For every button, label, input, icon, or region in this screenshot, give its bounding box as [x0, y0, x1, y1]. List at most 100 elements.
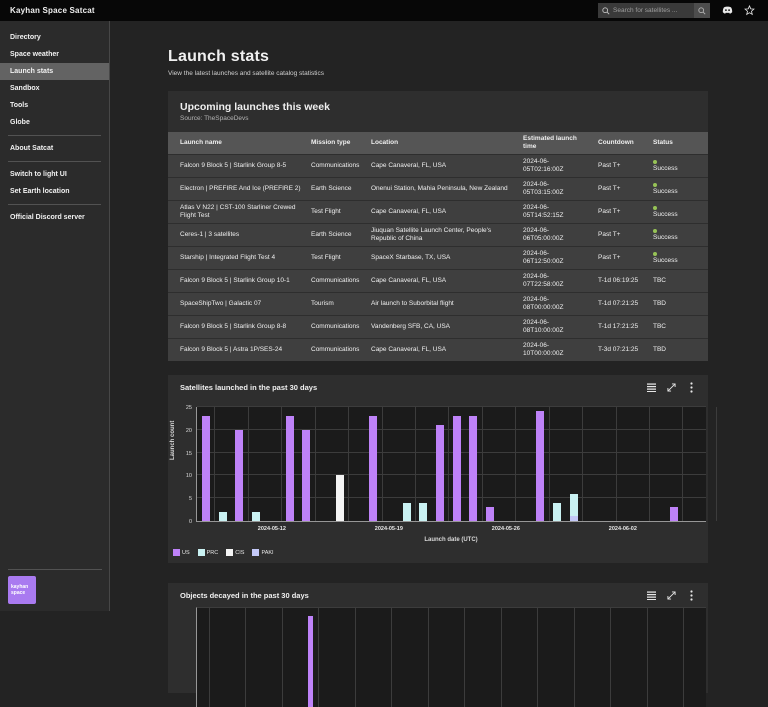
- search-input[interactable]: [613, 7, 693, 14]
- sidebar-item-set-earth-location[interactable]: Set Earth location: [0, 183, 109, 200]
- gridline-vertical: [448, 407, 449, 521]
- gridline-vertical: [415, 407, 416, 521]
- gridline-vertical: [382, 407, 383, 521]
- gridline-vertical: [537, 608, 538, 707]
- data-table-icon[interactable]: [645, 381, 658, 394]
- cell-mission-type: Communications: [311, 320, 371, 334]
- sidebar-item-globe[interactable]: Globe: [0, 114, 109, 131]
- cell-countdown: Past T+: [598, 182, 653, 196]
- gridline-vertical: [348, 407, 349, 521]
- sidebar-item-sandbox[interactable]: Sandbox: [0, 80, 109, 97]
- chart-bar-prc: [419, 503, 427, 521]
- table-header-row: Launch name Mission type Location Estima…: [168, 132, 708, 154]
- satellites-launched-panel: Satellites launched in the past 30 days …: [168, 375, 708, 563]
- cell-estimated-launch-time: 2024-06-05T02:16:00Z: [523, 155, 585, 177]
- gridline-vertical: [355, 608, 356, 707]
- column-header-countdown: Countdown: [598, 136, 653, 150]
- gridline-vertical: [616, 407, 617, 521]
- legend-label: PRC: [207, 550, 219, 556]
- cell-launch-name: Starship | Integrated Flight Test 4: [168, 251, 311, 265]
- sidebar-item-launch-stats[interactable]: Launch stats: [0, 63, 109, 80]
- x-axis-label: Launch date (UTC): [196, 537, 706, 543]
- table-row: Atlas V N22 | CST-100 Starliner Crewed F…: [168, 200, 708, 223]
- chart-bar-prc: [553, 503, 561, 521]
- cell-location: Jiuquan Satellite Launch Center, People'…: [371, 224, 523, 246]
- search-button[interactable]: [694, 3, 710, 18]
- gridline-vertical: [582, 407, 583, 521]
- search-field-wrap: [598, 3, 694, 18]
- cell-location: Onenui Station, Mahia Peninsula, New Zea…: [371, 182, 523, 196]
- expand-icon[interactable]: [665, 381, 678, 394]
- y-tick-label: 0: [178, 519, 192, 525]
- cell-location: Cape Canaveral, FL, USA: [371, 343, 523, 357]
- kayhan-space-logo[interactable]: kayhan space: [8, 576, 36, 604]
- legend-item-us[interactable]: US: [173, 549, 190, 556]
- overflow-menu-icon[interactable]: [685, 381, 698, 394]
- gridline-vertical: [515, 407, 516, 521]
- data-table-icon[interactable]: [645, 589, 658, 602]
- gridline-vertical: [391, 608, 392, 707]
- gridline-vertical: [549, 407, 550, 521]
- cell-status: TBC: [653, 274, 708, 288]
- cell-location: Cape Canaveral, FL, USA: [371, 159, 523, 173]
- sidebar-item-directory[interactable]: Directory: [0, 29, 109, 46]
- gridline-vertical: [682, 407, 683, 521]
- success-dot: [653, 160, 657, 164]
- legend-swatch: [173, 549, 180, 556]
- expand-icon[interactable]: [665, 589, 678, 602]
- legend-label: US: [182, 550, 190, 556]
- legend-item-cis[interactable]: CIS: [226, 549, 244, 556]
- cell-countdown: T-1d 06:19:25: [598, 274, 653, 288]
- sidebar-item-space-weather[interactable]: Space weather: [0, 46, 109, 63]
- sidebar-item-switch-light-ui[interactable]: Switch to light UI: [0, 166, 109, 183]
- column-header-launch-name: Launch name: [168, 136, 311, 150]
- page-title: Launch stats: [168, 48, 768, 66]
- sidebar-item-official-discord[interactable]: Official Discord server: [0, 209, 109, 226]
- cell-status: TBC: [653, 320, 708, 334]
- cell-countdown: Past T+: [598, 205, 653, 219]
- objects-decayed-plot: [196, 607, 706, 707]
- chart-bar-us: [286, 416, 294, 521]
- chart-bar-us: [536, 411, 544, 521]
- chart-bar-us: [486, 507, 494, 521]
- y-axis-label: Launch count: [170, 421, 176, 460]
- sidebar-item-tools[interactable]: Tools: [0, 97, 109, 114]
- overflow-menu-icon[interactable]: [685, 589, 698, 602]
- status-badge: TBC: [653, 323, 702, 331]
- star-icon[interactable]: [738, 3, 760, 19]
- chart-bar-us: [202, 416, 210, 521]
- table-row: Falcon 9 Block 5 | Astra 1P/SES-24Commun…: [168, 338, 708, 361]
- status-badge: Success: [653, 234, 702, 242]
- sidebar-divider: [8, 204, 101, 205]
- success-dot: [653, 183, 657, 187]
- chart-bar-us: [436, 425, 444, 521]
- cell-launch-name: Electron | PREFIRE And Ice (PREFIRE 2): [168, 182, 311, 196]
- chart-bar-us: [453, 416, 461, 521]
- discord-icon[interactable]: [716, 3, 738, 19]
- legend-item-prc[interactable]: PRC: [198, 549, 219, 556]
- page-subtitle: View the latest launches and satellite c…: [168, 70, 768, 77]
- x-tick-label: 2024-05-19: [359, 526, 419, 532]
- cell-countdown: Past T+: [598, 251, 653, 265]
- legend-item-paki[interactable]: PAKI: [252, 549, 273, 556]
- satellites-launched-title: Satellites launched in the past 30 days: [180, 383, 317, 392]
- gridline-horizontal: [197, 497, 706, 498]
- gridline-vertical: [501, 608, 502, 707]
- chart-bar-us: [670, 507, 678, 521]
- cell-launch-name: Ceres-1 | 3 satellites: [168, 228, 311, 242]
- cell-location: Vandenberg SFB, CA, USA: [371, 320, 523, 334]
- table-row: Falcon 9 Block 5 | Starlink Group 8-5Com…: [168, 154, 708, 177]
- cell-estimated-launch-time: 2024-06-06T12:50:00Z: [523, 247, 585, 269]
- cell-status: Success: [653, 203, 708, 222]
- chart-bar-prc: [219, 512, 227, 521]
- gridline-vertical: [683, 608, 684, 707]
- objects-decayed-panel: Objects decayed in the past 30 days: [168, 583, 708, 693]
- sidebar-item-about-satcat[interactable]: About Satcat: [0, 140, 109, 157]
- table-row: Electron | PREFIRE And Ice (PREFIRE 2)Ea…: [168, 177, 708, 200]
- cell-launch-name: Falcon 9 Block 5 | Starlink Group 10-1: [168, 274, 311, 288]
- cell-countdown: T-1d 17:21:25: [598, 320, 653, 334]
- cell-mission-type: Communications: [311, 274, 371, 288]
- success-dot: [653, 252, 657, 256]
- cell-countdown: Past T+: [598, 228, 653, 242]
- main-content: Launch stats View the latest launches an…: [110, 21, 768, 611]
